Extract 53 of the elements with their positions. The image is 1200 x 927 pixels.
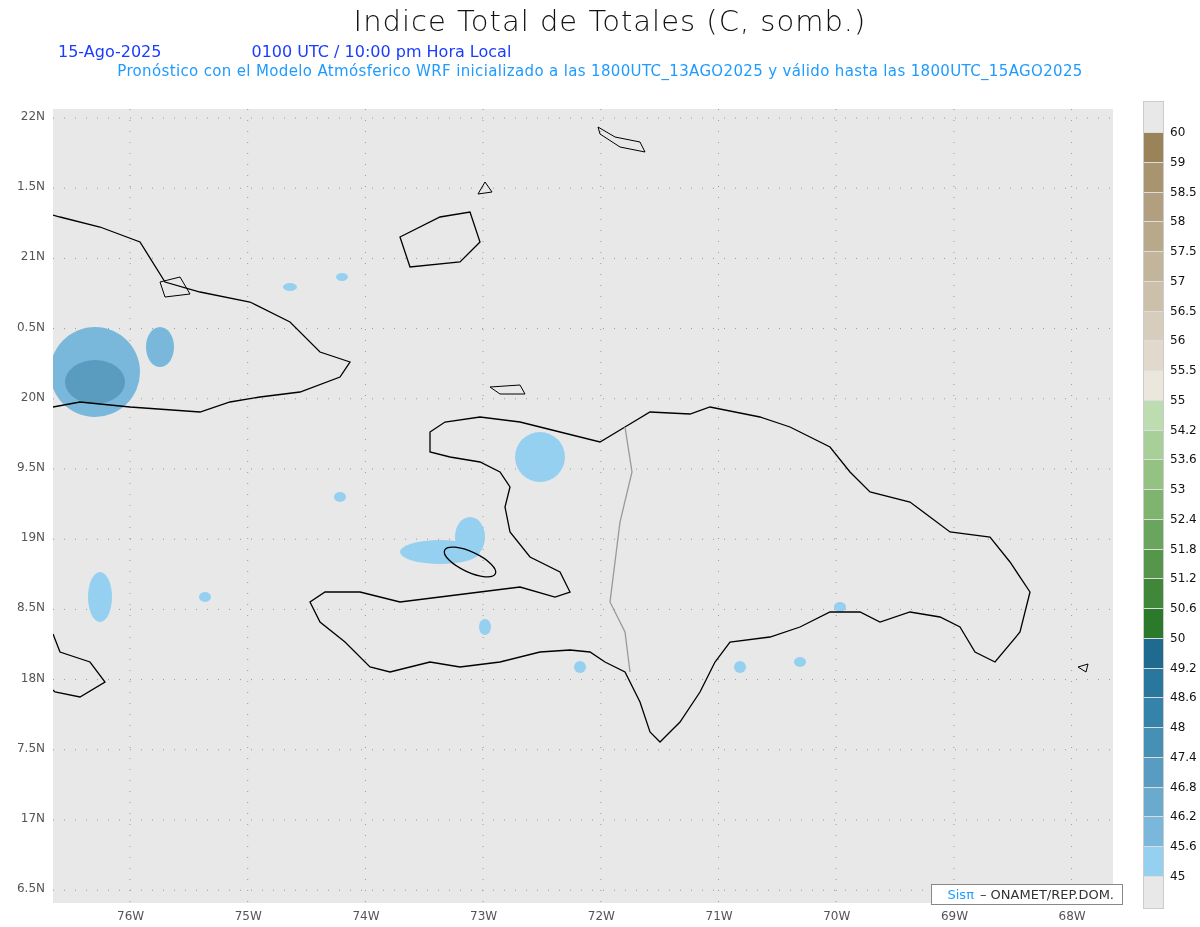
colorbar-label: 48.6 (1170, 690, 1197, 705)
logo-text: Sisπ (947, 887, 974, 902)
colorbar-label: 48 (1170, 720, 1186, 734)
latitude-label: 19N (20, 530, 45, 545)
colorbar-label: 54.2 (1170, 422, 1197, 437)
colorbar-label: 57.5 (1170, 244, 1197, 258)
colorbar-label: 55.5 (1170, 363, 1197, 377)
latitude-label: 22N (20, 109, 45, 123)
longitude-label: 73W (470, 909, 498, 923)
longitude-label: 72W (587, 909, 615, 923)
latitude-label: 8.5N (16, 600, 45, 615)
latitude-label: 9.5N (16, 460, 45, 474)
forecast-time: 0100 UTC / 10:00 pm Hora Local (251, 42, 512, 62)
forecast-date: 15-Ago-2025 (58, 42, 162, 62)
latitude-label: 18N (20, 670, 45, 685)
colorbar-label: 50.6 (1170, 601, 1197, 615)
longitude-label: 76W (117, 909, 145, 923)
credit-text: – ONAMET/REP.DOM. (979, 887, 1114, 902)
colorbar-label: 53 (1170, 482, 1186, 496)
colorbar-label: 59 (1170, 154, 1186, 169)
colorbar-label: 45 (1170, 868, 1186, 883)
latitude-label: 20N (20, 389, 45, 404)
colorbar-label: 58.5 (1170, 184, 1197, 199)
colorbar-label: 55 (1170, 392, 1186, 407)
latitude-label: 1.5N (16, 179, 45, 194)
latitude-label: 0.5N (16, 319, 45, 334)
latitude-label: 7.5N (16, 740, 45, 755)
chart-title: Indice Total de Totales (C, somb.) (352, 3, 868, 40)
colorbar-label: 45.6 (1170, 839, 1197, 853)
colorbar-label: 58 (1170, 214, 1186, 229)
latitude-label: 21N (20, 249, 45, 264)
colorbar-label: 46.2 (1170, 809, 1197, 824)
colorbar-label: 52.4 (1170, 511, 1197, 526)
colorbar-label: 46.8 (1170, 779, 1197, 794)
longitude-label: 68W (1058, 909, 1086, 923)
colorbar-label: 57 (1170, 273, 1186, 288)
forecast-description: Pronóstico con el Modelo Atmósferico WRF inicializado a las 1800UTC_13AGO2025 y válido hasta las 1800UTC_15AGO2025 (116, 62, 1084, 82)
colorbar-label: 51.8 (1170, 541, 1197, 556)
colorbar-label: 53.6 (1170, 452, 1197, 467)
latitude-label: 17N (20, 811, 45, 825)
longitude-label: 74W (352, 909, 380, 923)
latitude-label: 6.5N (16, 881, 45, 896)
longitude-label: 69W (940, 909, 969, 923)
longitude-label: 75W (234, 909, 262, 923)
colorbar-label: 49.2 (1170, 660, 1197, 675)
longitude-label: 70W (823, 909, 851, 923)
longitude-label: 71W (705, 909, 733, 923)
colorbar-label: 47.4 (1170, 749, 1197, 764)
colorbar-label: 51.2 (1170, 571, 1197, 586)
colorbar-label: 56 (1170, 333, 1186, 348)
colorbar-label: 60 (1170, 125, 1186, 139)
colorbar-label: 50 (1170, 630, 1186, 645)
colorbar-label: 56.5 (1170, 303, 1197, 318)
